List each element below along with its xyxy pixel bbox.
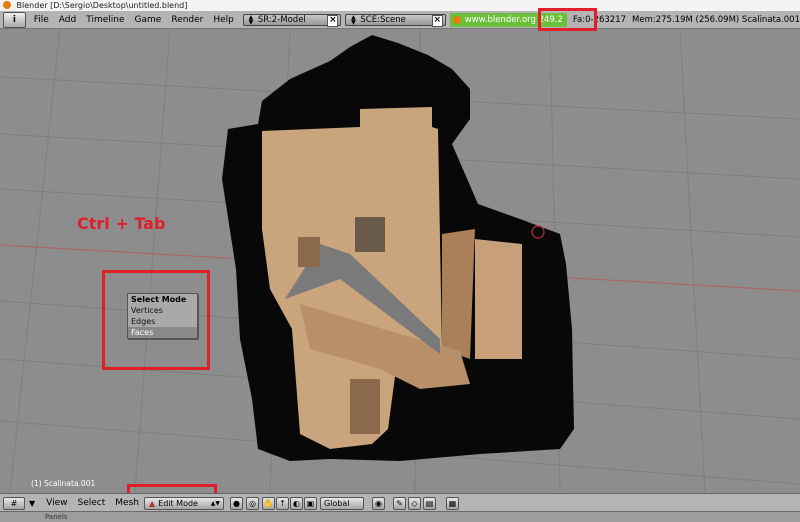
- blender-logo-icon: [3, 1, 11, 9]
- select-mode-vertices[interactable]: Vertices: [128, 305, 197, 316]
- rotate-manipulator-icon[interactable]: ◐: [289, 496, 303, 510]
- building-side-wall: [442, 229, 475, 359]
- info-icon[interactable]: i: [3, 11, 26, 28]
- menu-select[interactable]: Select: [73, 498, 111, 508]
- snap-icon[interactable]: ◉: [371, 496, 385, 510]
- website-text: www.blender.org 249.2: [464, 14, 563, 25]
- buttons-window-header: Panels: [0, 511, 800, 522]
- doorway: [475, 239, 522, 359]
- scale-manipulator-icon[interactable]: ▣: [303, 496, 317, 510]
- screen-name: SR:2-Model: [257, 14, 306, 25]
- viewport-canvas[interactable]: [0, 29, 800, 492]
- screen-selector[interactable]: ▲ ▼ SR:2-Model ×: [242, 13, 342, 27]
- header-collapse-icon[interactable]: ▼: [29, 499, 35, 508]
- website-link[interactable]: www.blender.org 249.2: [449, 12, 567, 27]
- orientation-label: Global: [323, 498, 350, 508]
- scene-browse-icon[interactable]: ▲ ▼: [349, 14, 357, 25]
- scene-name: SCE:Scene: [360, 14, 406, 25]
- active-object-label: (1) Scalinata.001: [31, 479, 96, 488]
- mode-selector[interactable]: ▲ Edit Mode ▲▼: [143, 496, 224, 510]
- 3d-viewport[interactable]: Ctrl + Tab Select Mode Vertices Edges Fa…: [0, 29, 800, 492]
- door-lower: [350, 379, 380, 434]
- render-icon[interactable]: ▦: [445, 496, 459, 510]
- menu-render[interactable]: Render: [166, 15, 208, 25]
- select-mode-faces[interactable]: Faces: [128, 327, 197, 338]
- proportional-edit-icon[interactable]: ✎: [392, 496, 406, 510]
- mode-dropdown-icon: ▲▼: [210, 499, 220, 507]
- memory-stats: Mem:275.19M (256.09M) Scalinata.001: [632, 14, 800, 25]
- window-titlebar: Blender [D:\Sergio\Desktop\untitled.blen…: [0, 0, 800, 11]
- orientation-selector[interactable]: Global: [319, 496, 364, 510]
- panels-label[interactable]: Panels: [45, 513, 68, 521]
- shortcut-annotation: Ctrl + Tab: [77, 214, 166, 233]
- window-small: [298, 237, 320, 267]
- menu-help[interactable]: Help: [208, 15, 239, 25]
- select-mode-title: Select Mode: [131, 295, 187, 304]
- select-mode-edges[interactable]: Edges: [128, 316, 197, 327]
- menu-game[interactable]: Game: [130, 15, 167, 25]
- menu-file[interactable]: File: [29, 15, 54, 25]
- hand-icon[interactable]: ✋: [261, 496, 275, 510]
- menu-add[interactable]: Add: [54, 15, 81, 25]
- view3d-icon[interactable]: #: [3, 496, 25, 510]
- translate-manipulator-icon[interactable]: ↑: [275, 496, 289, 510]
- menu-timeline[interactable]: Timeline: [81, 15, 129, 25]
- mode-label: Edit Mode: [158, 498, 198, 508]
- draw-type-icon[interactable]: ●: [229, 496, 243, 510]
- screen-browse-icon[interactable]: ▲ ▼: [247, 14, 255, 25]
- sculpt-icon[interactable]: ▤: [422, 496, 436, 510]
- info-header: i File Add Timeline Game Render Help ▲ ▼ …: [0, 11, 800, 29]
- window-title: Blender [D:\Sergio\Desktop\untitled.blen…: [16, 1, 188, 10]
- menu-view[interactable]: View: [41, 498, 72, 508]
- scene-selector[interactable]: ▲ ▼ SCE:Scene ×: [345, 13, 446, 27]
- blender-logo-icon: [452, 15, 461, 24]
- occlude-icon[interactable]: ◇: [407, 496, 421, 510]
- select-mode-menu: Select Mode Vertices Edges Faces: [127, 293, 198, 339]
- face-count: Fa:0-263217: [572, 14, 627, 25]
- edit-mode-icon: ▲: [148, 498, 156, 508]
- scene-delete-icon[interactable]: ×: [431, 14, 443, 27]
- menu-mesh[interactable]: Mesh: [110, 498, 144, 508]
- window-mullioned: [355, 217, 385, 252]
- pivot-icon[interactable]: ◎: [245, 496, 259, 510]
- screen-delete-icon[interactable]: ×: [327, 14, 339, 27]
- 3d-view-header: # ▼ View Select Mesh ▲ Edit Mode ▲▼ ● ◎ …: [0, 493, 800, 512]
